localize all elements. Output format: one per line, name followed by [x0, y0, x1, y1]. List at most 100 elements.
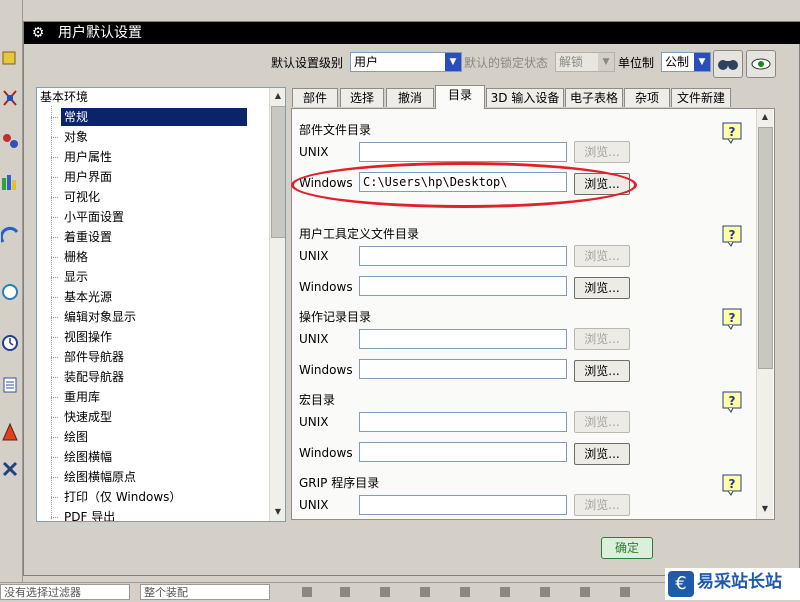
- tree-item[interactable]: 对象: [61, 128, 91, 146]
- toolbar-tool-icon-4[interactable]: [1, 172, 19, 192]
- tree-scrollbar[interactable]: ▲ ▼: [269, 88, 285, 521]
- defaults-level-label: 默认设置级别: [271, 56, 344, 70]
- svg-text:?: ?: [729, 394, 736, 408]
- journal-dir-windows-field[interactable]: [359, 359, 567, 379]
- scroll-down-icon[interactable]: ▼: [270, 504, 285, 520]
- tree-item[interactable]: 着重设置: [61, 228, 115, 246]
- clock-icon[interactable]: [1, 333, 19, 353]
- part-dir-unix-field[interactable]: [359, 142, 567, 162]
- defaults-level-select[interactable]: 用户 ▼: [350, 52, 462, 72]
- tree-item[interactable]: 绘图横幅: [61, 448, 115, 466]
- tree-item[interactable]: 栅格: [61, 248, 91, 266]
- toolbar-tool-icon-8[interactable]: [1, 422, 19, 442]
- panel-scroll-thumb[interactable]: [758, 127, 773, 369]
- tree-item[interactable]: 编辑对象显示: [61, 308, 139, 326]
- tree-item[interactable]: 显示: [61, 268, 91, 286]
- tab-spreadsheet[interactable]: 电子表格: [565, 88, 623, 107]
- journal-dir-unix-field[interactable]: [359, 329, 567, 349]
- chevron-down-icon[interactable]: ▼: [694, 53, 710, 71]
- tree-root-label[interactable]: 基本环境: [40, 88, 88, 106]
- tree-branch: [51, 317, 59, 318]
- tree-item[interactable]: 装配导航器: [61, 368, 127, 386]
- tree-item[interactable]: 快速成型: [61, 408, 115, 426]
- tab-3d-input[interactable]: 3D 输入设备: [486, 88, 564, 107]
- unix-label: UNIX: [299, 249, 329, 263]
- section-title: 宏目录: [299, 393, 336, 407]
- windows-label: Windows: [299, 363, 353, 377]
- tree-item[interactable]: 用户属性: [61, 148, 115, 166]
- tab-selection[interactable]: 选择: [340, 88, 384, 107]
- toolbar-tool-icon-3[interactable]: [1, 130, 19, 150]
- toolbar-tool-icon-5[interactable]: [0, 226, 19, 246]
- tree-item[interactable]: 用户界面: [61, 168, 115, 186]
- macro-dir-windows-field[interactable]: [359, 442, 567, 462]
- scroll-up-icon[interactable]: ▲: [270, 88, 285, 104]
- tree-branch: [51, 177, 59, 178]
- browse-button[interactable]: 浏览...: [574, 360, 630, 382]
- help-icon[interactable]: ?: [722, 225, 744, 247]
- tree-branch: [51, 497, 59, 498]
- tree-branch: [51, 197, 59, 198]
- tree-item[interactable]: 打印（仅 Windows）: [61, 488, 184, 506]
- tree-item-general[interactable]: 常规: [61, 108, 247, 126]
- tree-item[interactable]: 可视化: [61, 188, 103, 206]
- browse-button[interactable]: 浏览...: [574, 277, 630, 299]
- dialog-titlebar: ⚙ 用户默认设置: [24, 22, 800, 44]
- tree-branch: [51, 437, 59, 438]
- toolbar-tool-icon-7[interactable]: [1, 375, 19, 395]
- panel-scrollbar[interactable]: ▲ ▼: [756, 109, 773, 519]
- tree-item[interactable]: PDF 导出: [61, 508, 118, 521]
- binoculars-icon[interactable]: [713, 50, 743, 78]
- tree-item[interactable]: 重用库: [61, 388, 103, 406]
- tool-def-unix-field[interactable]: [359, 246, 567, 266]
- help-icon[interactable]: ?: [722, 474, 744, 496]
- unix-label: UNIX: [299, 145, 329, 159]
- help-icon[interactable]: ?: [722, 122, 744, 144]
- toolbar-tool-icon-2[interactable]: [1, 88, 19, 108]
- tree-item[interactable]: 绘图横幅原点: [61, 468, 139, 486]
- scroll-down-icon[interactable]: ▼: [757, 501, 773, 517]
- windows-label: Windows: [299, 446, 353, 460]
- selection-filter-select[interactable]: 没有选择过滤器: [0, 584, 130, 600]
- section-title: GRIP 程序目录: [299, 476, 380, 490]
- svg-text:?: ?: [729, 228, 736, 242]
- chevron-down-icon: ▼: [598, 53, 614, 71]
- tree-item[interactable]: 小平面设置: [61, 208, 127, 226]
- tree-item[interactable]: 绘图: [61, 428, 91, 446]
- defaults-level-value: 用户: [354, 55, 379, 69]
- annotation-oval: [291, 162, 637, 208]
- settings-category-tree[interactable]: 基本环境 常规 对象 用户属性 用户界面 可视化 小平面设置 着重设置 栅格 显…: [36, 87, 286, 522]
- user-defaults-dialog: ⚙ 用户默认设置 默认设置级别 用户 ▼ 默认的锁定状态 解锁 ▼ 单位制 公制…: [23, 21, 800, 576]
- tree-item[interactable]: 基本光源: [61, 288, 115, 306]
- selection-filter-value: 没有选择过滤器: [4, 586, 81, 599]
- tab-part[interactable]: 部件: [292, 88, 338, 107]
- chevron-down-icon[interactable]: ▼: [445, 53, 461, 71]
- help-icon[interactable]: ?: [722, 308, 744, 330]
- tree-scroll-thumb[interactable]: [271, 106, 285, 238]
- unit-system-value: 公制: [665, 55, 690, 69]
- tab-misc[interactable]: 杂项: [624, 88, 670, 107]
- tab-file-new[interactable]: 文件新建: [671, 88, 731, 107]
- tab-directories[interactable]: 目录: [435, 85, 485, 109]
- tree-item[interactable]: 部件导航器: [61, 348, 127, 366]
- macro-dir-unix-field[interactable]: [359, 412, 567, 432]
- svg-text:?: ?: [729, 477, 736, 491]
- tree-item[interactable]: 视图操作: [61, 328, 115, 346]
- tool-def-windows-field[interactable]: [359, 276, 567, 296]
- status-toolbar-icons[interactable]: [300, 585, 660, 599]
- toolbar-tool-icon-9[interactable]: [1, 460, 19, 480]
- tab-undo[interactable]: 撤消: [386, 88, 434, 107]
- help-icon[interactable]: ?: [722, 391, 744, 413]
- tree-branch: [51, 297, 59, 298]
- scroll-up-icon[interactable]: ▲: [757, 109, 773, 125]
- ok-button[interactable]: 确定: [601, 537, 653, 559]
- assembly-scope-select[interactable]: 整个装配: [140, 584, 270, 600]
- tree-branch: [51, 237, 59, 238]
- toolbar-tool-icon-6[interactable]: [1, 282, 19, 302]
- unit-system-select[interactable]: 公制 ▼: [661, 52, 711, 72]
- grip-dir-unix-field[interactable]: [359, 495, 567, 515]
- tree-branch: [51, 277, 59, 278]
- browse-button[interactable]: 浏览...: [574, 443, 630, 465]
- eye-view-icon[interactable]: [746, 50, 776, 78]
- toolbar-tool-icon-1[interactable]: [1, 48, 19, 68]
